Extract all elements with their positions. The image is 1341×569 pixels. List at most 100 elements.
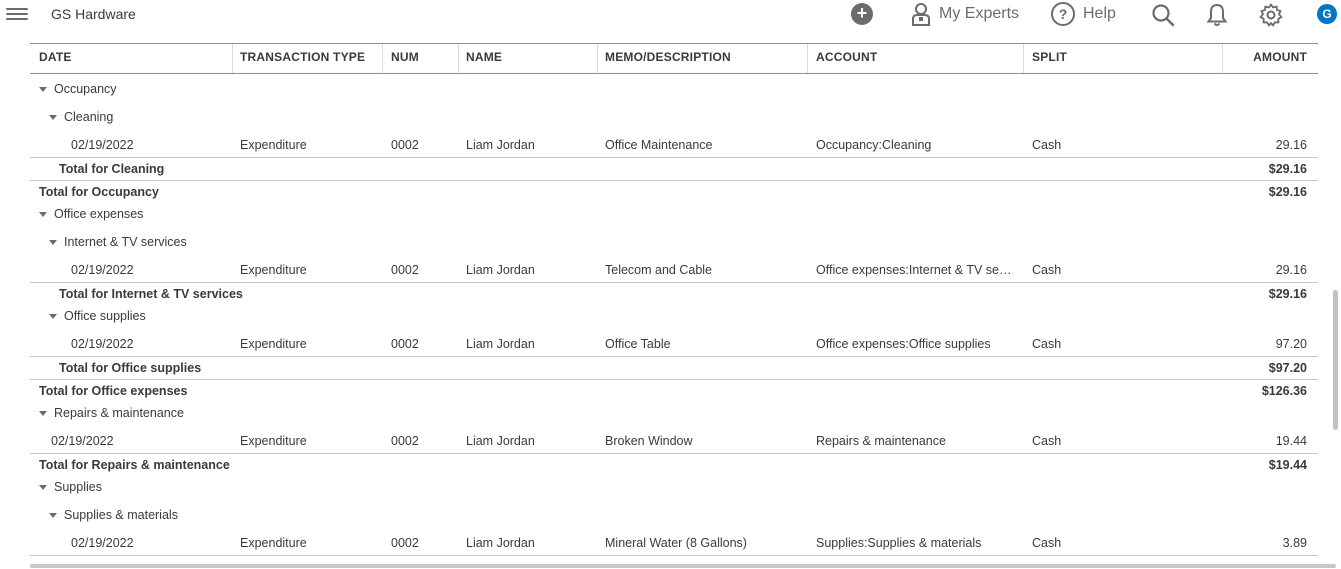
collapse-caret-icon[interactable]	[39, 410, 47, 416]
cell-date: 02/19/2022	[71, 263, 134, 277]
cell-split: Cash	[1032, 138, 1062, 152]
create-plus-icon[interactable]: +	[851, 3, 873, 25]
cell-split: Cash	[1032, 434, 1062, 448]
top-bar: GS Hardware + My Experts ? Help G	[0, 0, 1341, 30]
group-label: Supplies	[54, 480, 102, 494]
group-label: Repairs & maintenance	[54, 406, 184, 420]
my-experts-button[interactable]: My Experts	[911, 2, 1019, 26]
menu-icon[interactable]	[6, 5, 28, 23]
subtotal-amount[interactable]: $29.16	[1269, 162, 1307, 176]
total-amount[interactable]: $29.16	[1269, 185, 1307, 199]
cell-split: Cash	[1032, 337, 1062, 351]
column-divider[interactable]	[1023, 44, 1024, 73]
group-label: Office expenses	[54, 207, 144, 221]
group-label: Occupancy	[54, 82, 117, 96]
cell-memo: Telecom and Cable	[605, 263, 713, 277]
row-divider	[30, 555, 1318, 556]
cell-transaction-type[interactable]: Expenditure	[240, 434, 307, 448]
cell-date: 02/19/2022	[71, 536, 134, 550]
col-header-date[interactable]: DATE	[39, 44, 72, 73]
collapse-caret-icon[interactable]	[49, 114, 57, 120]
subtotal-label: Total for Internet & TV services	[59, 287, 243, 301]
subtotal-label: Total for Cleaning	[59, 162, 165, 176]
cell-name: Liam Jordan	[466, 263, 535, 277]
cell-transaction-type[interactable]: Expenditure	[240, 138, 307, 152]
search-icon[interactable]	[1150, 2, 1176, 28]
column-divider[interactable]	[458, 44, 459, 73]
cell-name: Liam Jordan	[466, 434, 535, 448]
collapse-caret-icon[interactable]	[49, 239, 57, 245]
total-amount[interactable]: $126.36	[1262, 384, 1307, 398]
cell-num: 0002	[391, 434, 419, 448]
cell-num: 0002	[391, 263, 419, 277]
horizontal-scrollbar[interactable]	[30, 564, 1336, 568]
row-divider	[30, 453, 1318, 454]
group-label: Supplies & materials	[64, 508, 178, 522]
col-header-split[interactable]: SPLIT	[1032, 44, 1067, 73]
cell-memo: Mineral Water (8 Gallons)	[605, 536, 747, 550]
cell-account: Occupancy:Cleaning	[816, 138, 932, 152]
subtotal-amount[interactable]: $29.16	[1269, 287, 1307, 301]
cell-split: Cash	[1032, 536, 1062, 550]
cell-amount: 29.16	[1275, 138, 1307, 152]
cell-amount: 19.44	[1275, 434, 1307, 448]
row-divider	[30, 282, 1318, 283]
help-icon: ?	[1051, 2, 1075, 26]
cell-amount: 97.20	[1275, 337, 1307, 351]
cell-date: 02/19/2022	[51, 434, 114, 448]
row-divider	[30, 356, 1318, 357]
collapse-caret-icon[interactable]	[39, 484, 47, 490]
cell-num: 0002	[391, 536, 419, 550]
collapse-caret-icon[interactable]	[39, 86, 47, 92]
cell-account: Office expenses:Internet & TV se…	[816, 263, 1012, 277]
collapse-caret-icon[interactable]	[39, 211, 47, 217]
cell-transaction-type[interactable]: Expenditure	[240, 263, 307, 277]
cell-account: Supplies:Supplies & materials	[816, 536, 982, 550]
row-divider	[30, 157, 1318, 158]
col-header-transaction-type[interactable]: TRANSACTION TYPE	[240, 44, 365, 73]
cell-account: Office expenses:Office supplies	[816, 337, 991, 351]
group-label: Internet & TV services	[64, 235, 187, 249]
subtotal-label: Total for Office supplies	[59, 361, 202, 375]
collapse-caret-icon[interactable]	[49, 512, 57, 518]
cell-memo: Office Maintenance	[605, 138, 713, 152]
settings-gear-icon[interactable]	[1258, 2, 1284, 28]
row-divider	[30, 180, 1318, 181]
vertical-scrollbar[interactable]	[1333, 290, 1338, 430]
cell-transaction-type[interactable]: Expenditure	[240, 536, 307, 550]
col-header-memo[interactable]: MEMO/DESCRIPTION	[605, 44, 731, 73]
total-label: Total for Office expenses	[39, 384, 188, 398]
cell-split: Cash	[1032, 263, 1062, 277]
my-experts-label: My Experts	[939, 5, 1020, 22]
subtotal-amount[interactable]: $97.20	[1269, 361, 1307, 375]
user-avatar[interactable]: G	[1317, 4, 1337, 24]
col-header-num[interactable]: NUM	[391, 44, 419, 73]
column-divider[interactable]	[232, 44, 233, 73]
transaction-report: DATE TRANSACTION TYPE NUM NAME MEMO/DESC…	[30, 43, 1318, 556]
cell-num: 0002	[391, 138, 419, 152]
cell-name: Liam Jordan	[466, 536, 535, 550]
expert-person-icon	[912, 3, 930, 26]
column-divider[interactable]	[807, 44, 808, 73]
cell-name: Liam Jordan	[466, 138, 535, 152]
group-label: Cleaning	[64, 110, 114, 124]
row-divider	[30, 379, 1318, 380]
cell-transaction-type[interactable]: Expenditure	[240, 337, 307, 351]
total-amount[interactable]: $19.44	[1269, 458, 1307, 472]
cell-name: Liam Jordan	[466, 337, 535, 351]
col-header-name[interactable]: NAME	[466, 44, 502, 73]
cell-amount: 29.16	[1275, 263, 1307, 277]
column-divider[interactable]	[597, 44, 598, 73]
col-header-amount[interactable]: AMOUNT	[1253, 44, 1307, 73]
col-header-account[interactable]: ACCOUNT	[816, 44, 877, 73]
column-divider[interactable]	[382, 44, 383, 73]
cell-date: 02/19/2022	[71, 138, 134, 152]
help-button[interactable]: ? Help	[1051, 2, 1116, 26]
collapse-caret-icon[interactable]	[49, 313, 57, 319]
notification-bell-icon[interactable]	[1204, 2, 1230, 28]
cell-memo: Office Table	[605, 337, 671, 351]
company-name[interactable]: GS Hardware	[51, 6, 136, 22]
column-divider[interactable]	[1222, 44, 1223, 73]
cell-date: 02/19/2022	[71, 337, 134, 351]
total-label: Total for Occupancy	[39, 185, 159, 199]
